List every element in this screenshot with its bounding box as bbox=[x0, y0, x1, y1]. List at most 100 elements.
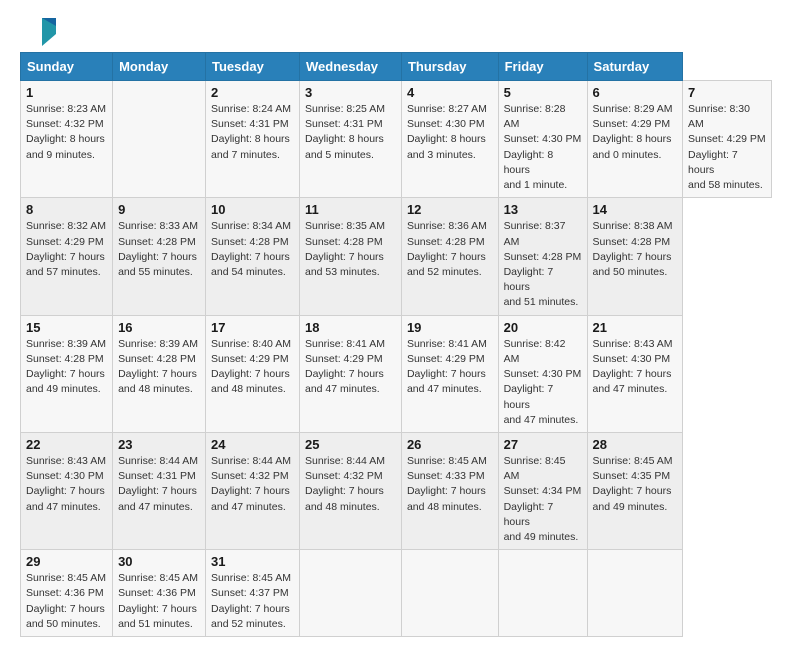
day-detail: Sunrise: 8:45 AMSunset: 4:33 PMDaylight:… bbox=[407, 455, 487, 513]
day-detail: Sunrise: 8:39 AMSunset: 4:28 PMDaylight:… bbox=[26, 338, 106, 396]
day-number: 9 bbox=[118, 202, 200, 217]
day-number: 2 bbox=[211, 85, 294, 100]
empty-cell bbox=[587, 550, 683, 637]
empty-cell bbox=[401, 550, 498, 637]
table-row: 2 Sunrise: 8:24 AMSunset: 4:31 PMDayligh… bbox=[206, 81, 300, 198]
logo bbox=[20, 16, 60, 46]
col-saturday: Saturday bbox=[587, 53, 683, 81]
day-detail: Sunrise: 8:33 AMSunset: 4:28 PMDaylight:… bbox=[118, 220, 198, 278]
page: Sunday Monday Tuesday Wednesday Thursday… bbox=[0, 0, 792, 647]
day-detail: Sunrise: 8:29 AMSunset: 4:29 PMDaylight:… bbox=[593, 103, 673, 161]
day-detail: Sunrise: 8:32 AMSunset: 4:29 PMDaylight:… bbox=[26, 220, 106, 278]
day-detail: Sunrise: 8:40 AMSunset: 4:29 PMDaylight:… bbox=[211, 338, 291, 396]
table-row: 29 Sunrise: 8:45 AMSunset: 4:36 PMDaylig… bbox=[21, 550, 113, 637]
day-number: 17 bbox=[211, 320, 294, 335]
table-row: 26 Sunrise: 8:45 AMSunset: 4:33 PMDaylig… bbox=[401, 432, 498, 549]
day-number: 22 bbox=[26, 437, 107, 452]
calendar-week: 1 Sunrise: 8:23 AMSunset: 4:32 PMDayligh… bbox=[21, 81, 772, 198]
col-friday: Friday bbox=[498, 53, 587, 81]
table-row: 30 Sunrise: 8:45 AMSunset: 4:36 PMDaylig… bbox=[113, 550, 206, 637]
header bbox=[20, 16, 772, 46]
day-detail: Sunrise: 8:27 AMSunset: 4:30 PMDaylight:… bbox=[407, 103, 487, 161]
day-detail: Sunrise: 8:37 AMSunset: 4:28 PMDaylight:… bbox=[504, 220, 582, 308]
day-detail: Sunrise: 8:41 AMSunset: 4:29 PMDaylight:… bbox=[305, 338, 385, 396]
col-monday: Monday bbox=[113, 53, 206, 81]
table-row: 31 Sunrise: 8:45 AMSunset: 4:37 PMDaylig… bbox=[206, 550, 300, 637]
day-number: 23 bbox=[118, 437, 200, 452]
table-row: 16 Sunrise: 8:39 AMSunset: 4:28 PMDaylig… bbox=[113, 315, 206, 432]
day-number: 16 bbox=[118, 320, 200, 335]
empty-cell bbox=[498, 550, 587, 637]
table-row: 15 Sunrise: 8:39 AMSunset: 4:28 PMDaylig… bbox=[21, 315, 113, 432]
day-detail: Sunrise: 8:38 AMSunset: 4:28 PMDaylight:… bbox=[593, 220, 673, 278]
table-row: 13 Sunrise: 8:37 AMSunset: 4:28 PMDaylig… bbox=[498, 198, 587, 315]
table-row: 20 Sunrise: 8:42 AMSunset: 4:30 PMDaylig… bbox=[498, 315, 587, 432]
day-number: 3 bbox=[305, 85, 396, 100]
day-number: 11 bbox=[305, 202, 396, 217]
table-row: 1 Sunrise: 8:23 AMSunset: 4:32 PMDayligh… bbox=[21, 81, 113, 198]
day-number: 27 bbox=[504, 437, 582, 452]
table-row: 23 Sunrise: 8:44 AMSunset: 4:31 PMDaylig… bbox=[113, 432, 206, 549]
day-number: 5 bbox=[504, 85, 582, 100]
table-row: 9 Sunrise: 8:33 AMSunset: 4:28 PMDayligh… bbox=[113, 198, 206, 315]
header-row: Sunday Monday Tuesday Wednesday Thursday… bbox=[21, 53, 772, 81]
table-row: 21 Sunrise: 8:43 AMSunset: 4:30 PMDaylig… bbox=[587, 315, 683, 432]
table-row: 7 Sunrise: 8:30 AMSunset: 4:29 PMDayligh… bbox=[683, 81, 772, 198]
table-row: 10 Sunrise: 8:34 AMSunset: 4:28 PMDaylig… bbox=[206, 198, 300, 315]
day-number: 1 bbox=[26, 85, 107, 100]
day-number: 19 bbox=[407, 320, 493, 335]
day-detail: Sunrise: 8:41 AMSunset: 4:29 PMDaylight:… bbox=[407, 338, 487, 396]
day-detail: Sunrise: 8:42 AMSunset: 4:30 PMDaylight:… bbox=[504, 338, 582, 426]
day-detail: Sunrise: 8:44 AMSunset: 4:31 PMDaylight:… bbox=[118, 455, 198, 513]
col-sunday: Sunday bbox=[21, 53, 113, 81]
calendar-week: 8 Sunrise: 8:32 AMSunset: 4:29 PMDayligh… bbox=[21, 198, 772, 315]
day-detail: Sunrise: 8:44 AMSunset: 4:32 PMDaylight:… bbox=[305, 455, 385, 513]
day-number: 6 bbox=[593, 85, 678, 100]
table-row: 19 Sunrise: 8:41 AMSunset: 4:29 PMDaylig… bbox=[401, 315, 498, 432]
day-number: 4 bbox=[407, 85, 493, 100]
calendar-week: 29 Sunrise: 8:45 AMSunset: 4:36 PMDaylig… bbox=[21, 550, 772, 637]
day-detail: Sunrise: 8:45 AMSunset: 4:35 PMDaylight:… bbox=[593, 455, 673, 513]
day-number: 12 bbox=[407, 202, 493, 217]
day-detail: Sunrise: 8:23 AMSunset: 4:32 PMDaylight:… bbox=[26, 103, 106, 161]
empty-cell bbox=[300, 550, 402, 637]
empty-cell bbox=[113, 81, 206, 198]
calendar-table: Sunday Monday Tuesday Wednesday Thursday… bbox=[20, 52, 772, 637]
table-row: 14 Sunrise: 8:38 AMSunset: 4:28 PMDaylig… bbox=[587, 198, 683, 315]
table-row: 4 Sunrise: 8:27 AMSunset: 4:30 PMDayligh… bbox=[401, 81, 498, 198]
logo-icon bbox=[20, 16, 56, 46]
day-number: 28 bbox=[593, 437, 678, 452]
table-row: 11 Sunrise: 8:35 AMSunset: 4:28 PMDaylig… bbox=[300, 198, 402, 315]
day-detail: Sunrise: 8:43 AMSunset: 4:30 PMDaylight:… bbox=[26, 455, 106, 513]
col-tuesday: Tuesday bbox=[206, 53, 300, 81]
day-detail: Sunrise: 8:44 AMSunset: 4:32 PMDaylight:… bbox=[211, 455, 291, 513]
table-row: 6 Sunrise: 8:29 AMSunset: 4:29 PMDayligh… bbox=[587, 81, 683, 198]
day-detail: Sunrise: 8:45 AMSunset: 4:36 PMDaylight:… bbox=[118, 572, 198, 630]
day-number: 8 bbox=[26, 202, 107, 217]
day-detail: Sunrise: 8:45 AMSunset: 4:36 PMDaylight:… bbox=[26, 572, 106, 630]
table-row: 5 Sunrise: 8:28 AMSunset: 4:30 PMDayligh… bbox=[498, 81, 587, 198]
calendar-week: 22 Sunrise: 8:43 AMSunset: 4:30 PMDaylig… bbox=[21, 432, 772, 549]
day-detail: Sunrise: 8:25 AMSunset: 4:31 PMDaylight:… bbox=[305, 103, 385, 161]
day-number: 14 bbox=[593, 202, 678, 217]
day-number: 15 bbox=[26, 320, 107, 335]
table-row: 8 Sunrise: 8:32 AMSunset: 4:29 PMDayligh… bbox=[21, 198, 113, 315]
day-detail: Sunrise: 8:45 AMSunset: 4:34 PMDaylight:… bbox=[504, 455, 582, 543]
day-number: 26 bbox=[407, 437, 493, 452]
table-row: 22 Sunrise: 8:43 AMSunset: 4:30 PMDaylig… bbox=[21, 432, 113, 549]
day-number: 20 bbox=[504, 320, 582, 335]
table-row: 18 Sunrise: 8:41 AMSunset: 4:29 PMDaylig… bbox=[300, 315, 402, 432]
day-detail: Sunrise: 8:35 AMSunset: 4:28 PMDaylight:… bbox=[305, 220, 385, 278]
day-detail: Sunrise: 8:39 AMSunset: 4:28 PMDaylight:… bbox=[118, 338, 198, 396]
day-detail: Sunrise: 8:43 AMSunset: 4:30 PMDaylight:… bbox=[593, 338, 673, 396]
day-detail: Sunrise: 8:24 AMSunset: 4:31 PMDaylight:… bbox=[211, 103, 291, 161]
col-wednesday: Wednesday bbox=[300, 53, 402, 81]
day-number: 25 bbox=[305, 437, 396, 452]
table-row: 17 Sunrise: 8:40 AMSunset: 4:29 PMDaylig… bbox=[206, 315, 300, 432]
table-row: 12 Sunrise: 8:36 AMSunset: 4:28 PMDaylig… bbox=[401, 198, 498, 315]
calendar-week: 15 Sunrise: 8:39 AMSunset: 4:28 PMDaylig… bbox=[21, 315, 772, 432]
day-detail: Sunrise: 8:36 AMSunset: 4:28 PMDaylight:… bbox=[407, 220, 487, 278]
table-row: 24 Sunrise: 8:44 AMSunset: 4:32 PMDaylig… bbox=[206, 432, 300, 549]
day-number: 7 bbox=[688, 85, 766, 100]
day-number: 30 bbox=[118, 554, 200, 569]
